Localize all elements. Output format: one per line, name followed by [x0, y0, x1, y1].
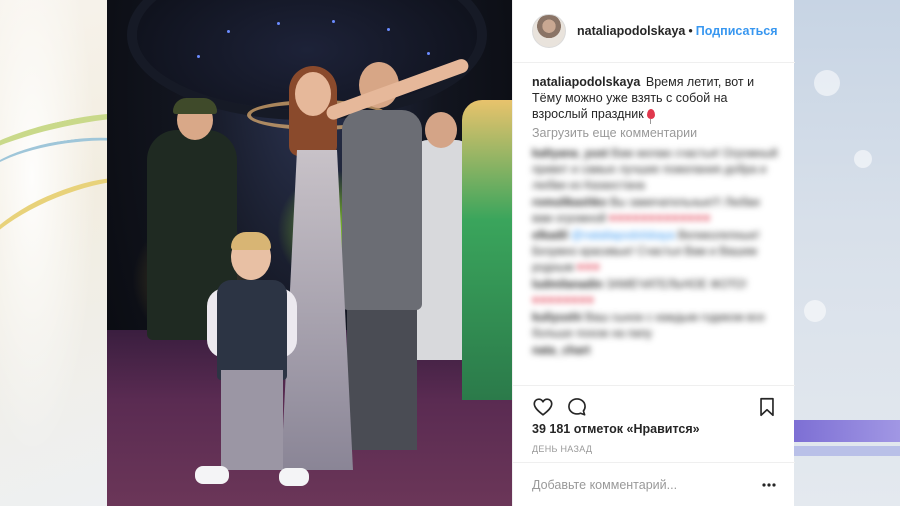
stripe-decoration	[794, 420, 900, 442]
comment-mention[interactable]: @nataliapodolskaya	[571, 230, 675, 242]
comment-username[interactable]: elkadil	[532, 230, 568, 242]
separator: •	[688, 24, 693, 38]
bokeh-dot	[804, 300, 826, 322]
post-actions	[513, 385, 795, 425]
more-icon[interactable]	[761, 479, 777, 491]
balloon-icon	[646, 109, 655, 124]
comment-item: romulikashko Вы замечательные!!! Любви в…	[532, 195, 782, 227]
header-text: nataliapodolskaya • Подписаться	[577, 24, 778, 38]
post-header: nataliapodolskaya • Подписаться	[513, 0, 795, 63]
comment-emoji: ♥♥♥♥♥♥♥♥♥♥♥♥♥	[609, 213, 711, 225]
comment-username[interactable]: nata_chart	[532, 345, 590, 357]
follow-button[interactable]: Подписаться	[696, 24, 778, 38]
load-more-comments-button[interactable]: Загрузить еще комментарии	[532, 126, 697, 140]
guest-figure	[425, 112, 457, 148]
comment-emoji: ♥♥♥	[576, 262, 601, 274]
child-figure	[279, 468, 309, 486]
man-figure	[342, 110, 422, 310]
guest-figure	[173, 98, 217, 114]
username-link[interactable]: nataliapodolskaya	[577, 24, 685, 38]
comment-username[interactable]: kuliyushi	[532, 312, 582, 324]
man-figure	[347, 300, 417, 450]
woman-figure	[295, 72, 331, 116]
post-photo[interactable]	[107, 0, 512, 506]
add-comment-bar	[513, 462, 795, 506]
caption-username-link[interactable]: nataliapodolskaya	[532, 75, 640, 89]
avatar[interactable]	[532, 14, 566, 48]
comment-item: kaltyana_yust Вам желаю счастья! Огромны…	[532, 146, 782, 194]
comment-item: kuliyushi Ваш сынок с каждым годиком все…	[532, 310, 782, 342]
ceiling-light	[227, 30, 230, 33]
bookmark-icon[interactable]	[756, 396, 778, 418]
comment-text: ЗАМЕЧАТЕЛЬНОЕ ФОТО!	[606, 279, 747, 291]
child-figure	[195, 466, 229, 484]
comment-icon[interactable]	[566, 396, 588, 418]
comment-item: ludmilanadin ЗАМЕЧАТЕЛЬНОЕ ФОТО! ♥♥♥♥♥♥♥…	[532, 277, 782, 309]
ceiling-light	[332, 20, 335, 23]
background-left-decoration	[0, 0, 107, 506]
bokeh-dot	[854, 150, 872, 168]
ceiling-light	[427, 52, 430, 55]
comments-list: kaltyana_yust Вам желаю счастья! Огромны…	[532, 146, 782, 360]
likes-count[interactable]: 39 181 отметок «Нравится»	[532, 422, 700, 436]
comment-username[interactable]: ludmilanadin	[532, 279, 603, 291]
comment-item: nata_chart	[532, 343, 782, 359]
child-figure	[221, 370, 283, 470]
comment-username[interactable]: kaltyana_yust	[532, 148, 608, 160]
stripe-decoration	[794, 446, 900, 456]
post-panel: nataliapodolskaya • Подписаться nataliapod…	[512, 0, 795, 506]
bokeh-dot	[814, 70, 840, 96]
ceiling-light	[387, 28, 390, 31]
heart-icon[interactable]	[532, 396, 554, 418]
comment-emoji: ♥♥♥♥♥♥♥♥	[532, 295, 595, 307]
child-figure	[217, 280, 287, 380]
child-figure	[231, 232, 271, 250]
background-right-decoration	[794, 0, 900, 506]
post-caption: nataliapodolskaya Время летит, вот и Тём…	[532, 74, 782, 124]
guest-figure	[462, 100, 512, 400]
comment-input[interactable]	[532, 475, 752, 495]
ceiling-light	[277, 22, 280, 25]
comment-item: elkadil @nataliapodolskaya Великолепные!…	[532, 228, 782, 276]
comment-username[interactable]: romulikashko	[532, 197, 607, 209]
ceiling-light	[197, 55, 200, 58]
post-timestamp[interactable]: ДЕНЬ НАЗАД	[532, 444, 592, 454]
